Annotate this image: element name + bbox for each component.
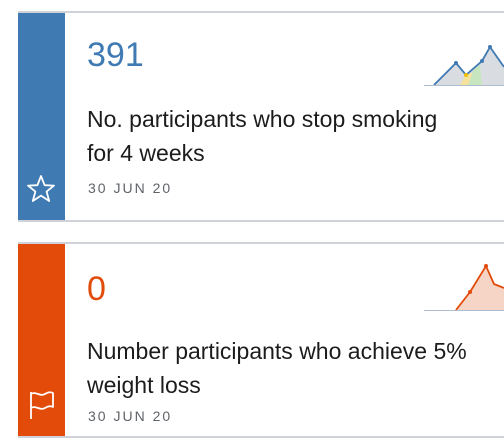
sparkline-point: [468, 290, 472, 294]
metric-title: No. participants who stop smoking for 4 …: [87, 106, 438, 166]
sparkline-area: [456, 266, 504, 310]
sparkline-point: [464, 73, 468, 77]
metric-title: Number participants who achieve 5% weigh…: [87, 338, 467, 398]
sparkline-chart: [424, 45, 504, 86]
metric-date: 30 JUN 20: [88, 180, 173, 196]
metric-card[interactable]: 0 Number participants who achieve 5% wei…: [18, 242, 504, 438]
sparkline-point: [480, 59, 484, 63]
sparkline-point: [488, 45, 492, 49]
metric-value: 391: [87, 36, 144, 74]
flag-outline-icon[interactable]: [24, 388, 58, 422]
metric-value: 0: [87, 270, 106, 308]
status-stripe: [18, 13, 65, 220]
sparkline-chart: [424, 264, 504, 311]
status-stripe: [18, 244, 65, 436]
star-outline-icon[interactable]: [24, 172, 58, 206]
metric-date: 30 JUN 20: [88, 408, 173, 424]
sparkline-point: [484, 264, 488, 268]
sparkline-point: [454, 61, 458, 65]
metric-card[interactable]: 391 No. participants who stop smoking fo…: [18, 11, 504, 222]
